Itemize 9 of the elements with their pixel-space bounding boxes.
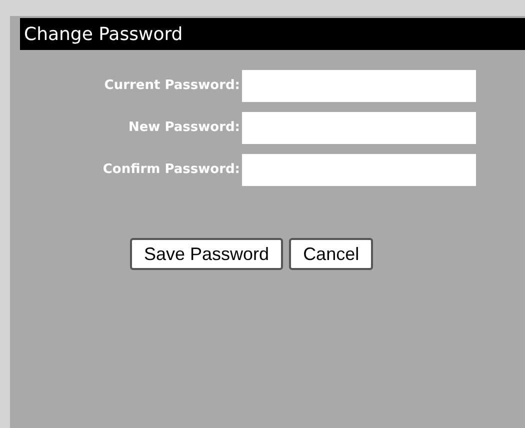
input-field[interactable] (242, 112, 476, 144)
save-button[interactable]: Save Password (130, 238, 284, 270)
field-label: Confirm Password: (102, 161, 240, 180)
input-field[interactable] (242, 70, 476, 102)
input-field[interactable] (242, 154, 476, 186)
window-title: Change Password (24, 22, 183, 46)
field-label: New Password: (128, 119, 240, 138)
field-label: Current Password: (104, 77, 240, 96)
cancel-button[interactable]: Cancel (289, 238, 374, 270)
